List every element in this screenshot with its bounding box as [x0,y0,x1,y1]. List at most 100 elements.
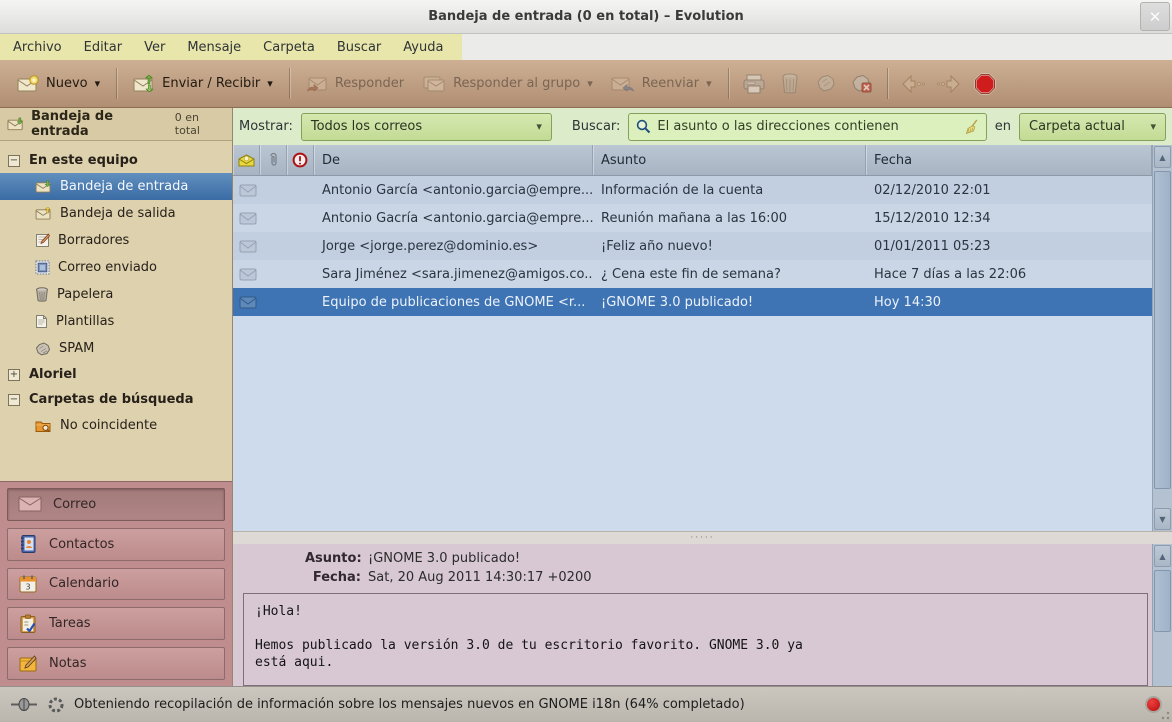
mail-from: Equipo de publicaciones de GNOME <r... [314,295,593,310]
mail-row[interactable]: Jorge <jorge.perez@dominio.es> ¡Feliz añ… [233,232,1152,260]
scroll-down-button[interactable]: ▼ [1154,508,1171,530]
forward-icon [611,75,635,92]
switcher-label: Notas [49,656,87,671]
toolbar-separator [728,68,729,99]
new-button[interactable]: Nuevo ▾ [8,69,109,98]
switcher-contactos[interactable]: Contactos [7,528,225,561]
folder-borradores[interactable]: Borradores [0,227,232,254]
close-button[interactable]: ✕ [1140,2,1170,31]
mail-row-selected[interactable]: Equipo de publicaciones de GNOME <r... ¡… [233,288,1152,316]
folder-no-coincidente[interactable]: No coincidente [0,412,232,439]
mail-subject: ¿ Cena este fin de semana? [593,267,866,282]
folder-spam[interactable]: SPAM [0,335,232,362]
message-list: De Asunto Fecha Antonio García [233,145,1152,531]
mail-status-cell [233,184,314,197]
pane-splitter[interactable]: ····· [233,531,1172,544]
column-header-de[interactable]: De [314,145,593,175]
send-receive-button[interactable]: Enviar / Recibir ▾ [124,69,282,98]
scroll-track[interactable] [1154,169,1171,507]
mail-subject: Reunión mañana a las 16:00 [593,211,866,226]
folder-plantillas[interactable]: Plantillas [0,308,232,335]
chevron-down-icon: ▾ [587,77,593,90]
scroll-thumb[interactable] [1154,171,1171,489]
next-button[interactable] [931,66,967,102]
list-scrollbar[interactable]: ▲ ▼ [1152,145,1172,531]
folder-correo-enviado[interactable]: Correo enviado [0,254,232,281]
show-label: Mostrar: [239,119,293,134]
mail-date: Hace 7 días a las 22:06 [866,267,1152,282]
junk-button[interactable] [808,66,844,102]
status-bar: Obteniendo recopilación de información s… [0,686,1172,722]
menu-carpeta[interactable]: Carpeta [252,34,326,60]
folder-label: SPAM [59,341,94,356]
preview-scrollbar[interactable]: ▲ [1152,544,1172,686]
attachment-column-header[interactable] [260,145,287,175]
previous-button[interactable] [895,66,931,102]
menu-ayuda[interactable]: Ayuda [392,34,454,60]
new-mail-icon [17,75,39,92]
expander-open-icon[interactable]: − [8,394,20,406]
delete-button[interactable] [772,66,808,102]
column-label: De [322,153,340,168]
preview-subject-row: Asunto: ¡GNOME 3.0 publicado! [243,551,1148,566]
menu-ver[interactable]: Ver [133,34,176,60]
reply-icon [306,75,328,92]
switcher-notas[interactable]: Notas [7,647,225,680]
send-receive-label: Enviar / Recibir [162,76,260,91]
search-icon[interactable] [636,119,651,134]
new-button-label: Nuevo [46,76,88,91]
menu-editar[interactable]: Editar [73,34,134,60]
status-column-header[interactable] [233,145,260,175]
switcher-correo[interactable]: Correo [7,488,225,521]
evolution-window: Bandeja de entrada (0 en total) – Evolut… [0,0,1172,722]
tree-group-busqueda[interactable]: − Carpetas de búsqueda [0,387,232,412]
print-button[interactable] [736,66,772,102]
scroll-up-icon: ▲ [1159,552,1165,561]
not-junk-button[interactable] [844,66,880,102]
clear-search-broom-icon[interactable] [964,119,979,135]
column-header-fecha[interactable]: Fecha [866,145,1152,175]
folder-papelera[interactable]: Papelera [0,281,232,308]
folder-label: Borradores [58,233,129,248]
column-header-asunto[interactable]: Asunto [593,145,866,175]
priority-column-header[interactable] [287,145,314,175]
expander-closed-icon[interactable]: + [8,369,20,381]
stop-button[interactable] [967,66,1003,102]
mail-row[interactable]: Sara Jiménez <sara.jimenez@amigos.co... … [233,260,1152,288]
resize-grip[interactable] [1160,710,1170,720]
mail-subject: ¡GNOME 3.0 publicado! [593,295,866,310]
reply-group-button[interactable]: Responder al grupo ▾ [413,69,602,98]
folder-bandeja-salida[interactable]: Bandeja de salida [0,200,232,227]
toolbar-separator [887,68,888,99]
tree-group-local[interactable]: − En este equipo [0,148,232,173]
menu-buscar[interactable]: Buscar [326,34,392,60]
expander-open-icon[interactable]: − [8,155,20,167]
switcher-tareas[interactable]: Tareas [7,607,225,640]
forward-button[interactable]: Reenviar ▾ [602,69,721,98]
tree-group-aloriel[interactable]: + Aloriel [0,362,232,387]
scroll-track[interactable] [1154,568,1171,686]
scroll-up-button[interactable]: ▲ [1154,146,1171,168]
sent-mail-icon [35,260,50,275]
mail-subject: ¡Feliz año nuevo! [593,239,866,254]
scroll-up-button[interactable]: ▲ [1154,545,1171,567]
mail-row[interactable]: Antonio Gacría <antonio.garcia@empre... … [233,204,1152,232]
switcher-calendario[interactable]: 3 Calendario [7,568,225,601]
spinner-icon [48,697,64,713]
menu-mensaje[interactable]: Mensaje [176,34,252,60]
status-text: Obteniendo recopilación de información s… [74,697,745,712]
reply-button[interactable]: Responder [297,69,413,98]
scroll-thumb[interactable] [1154,570,1171,632]
mail-row[interactable]: Antonio García <antonio.garcia@empre... … [233,176,1152,204]
column-label: Fecha [874,153,912,168]
menu-archivo[interactable]: Archivo [2,34,73,60]
scope-dropdown[interactable]: Carpeta actual ▾ [1019,113,1166,141]
envelope-read-icon [239,212,257,225]
search-input[interactable] [657,119,957,134]
read-status-icon [238,154,255,167]
message-list-pane: De Asunto Fecha Antonio García [233,145,1172,531]
show-filter-dropdown[interactable]: Todos los correos ▾ [301,113,552,141]
folder-label: Bandeja de salida [60,206,176,221]
online-status-icon[interactable] [10,698,38,711]
folder-bandeja-entrada[interactable]: Bandeja de entrada [0,173,232,200]
